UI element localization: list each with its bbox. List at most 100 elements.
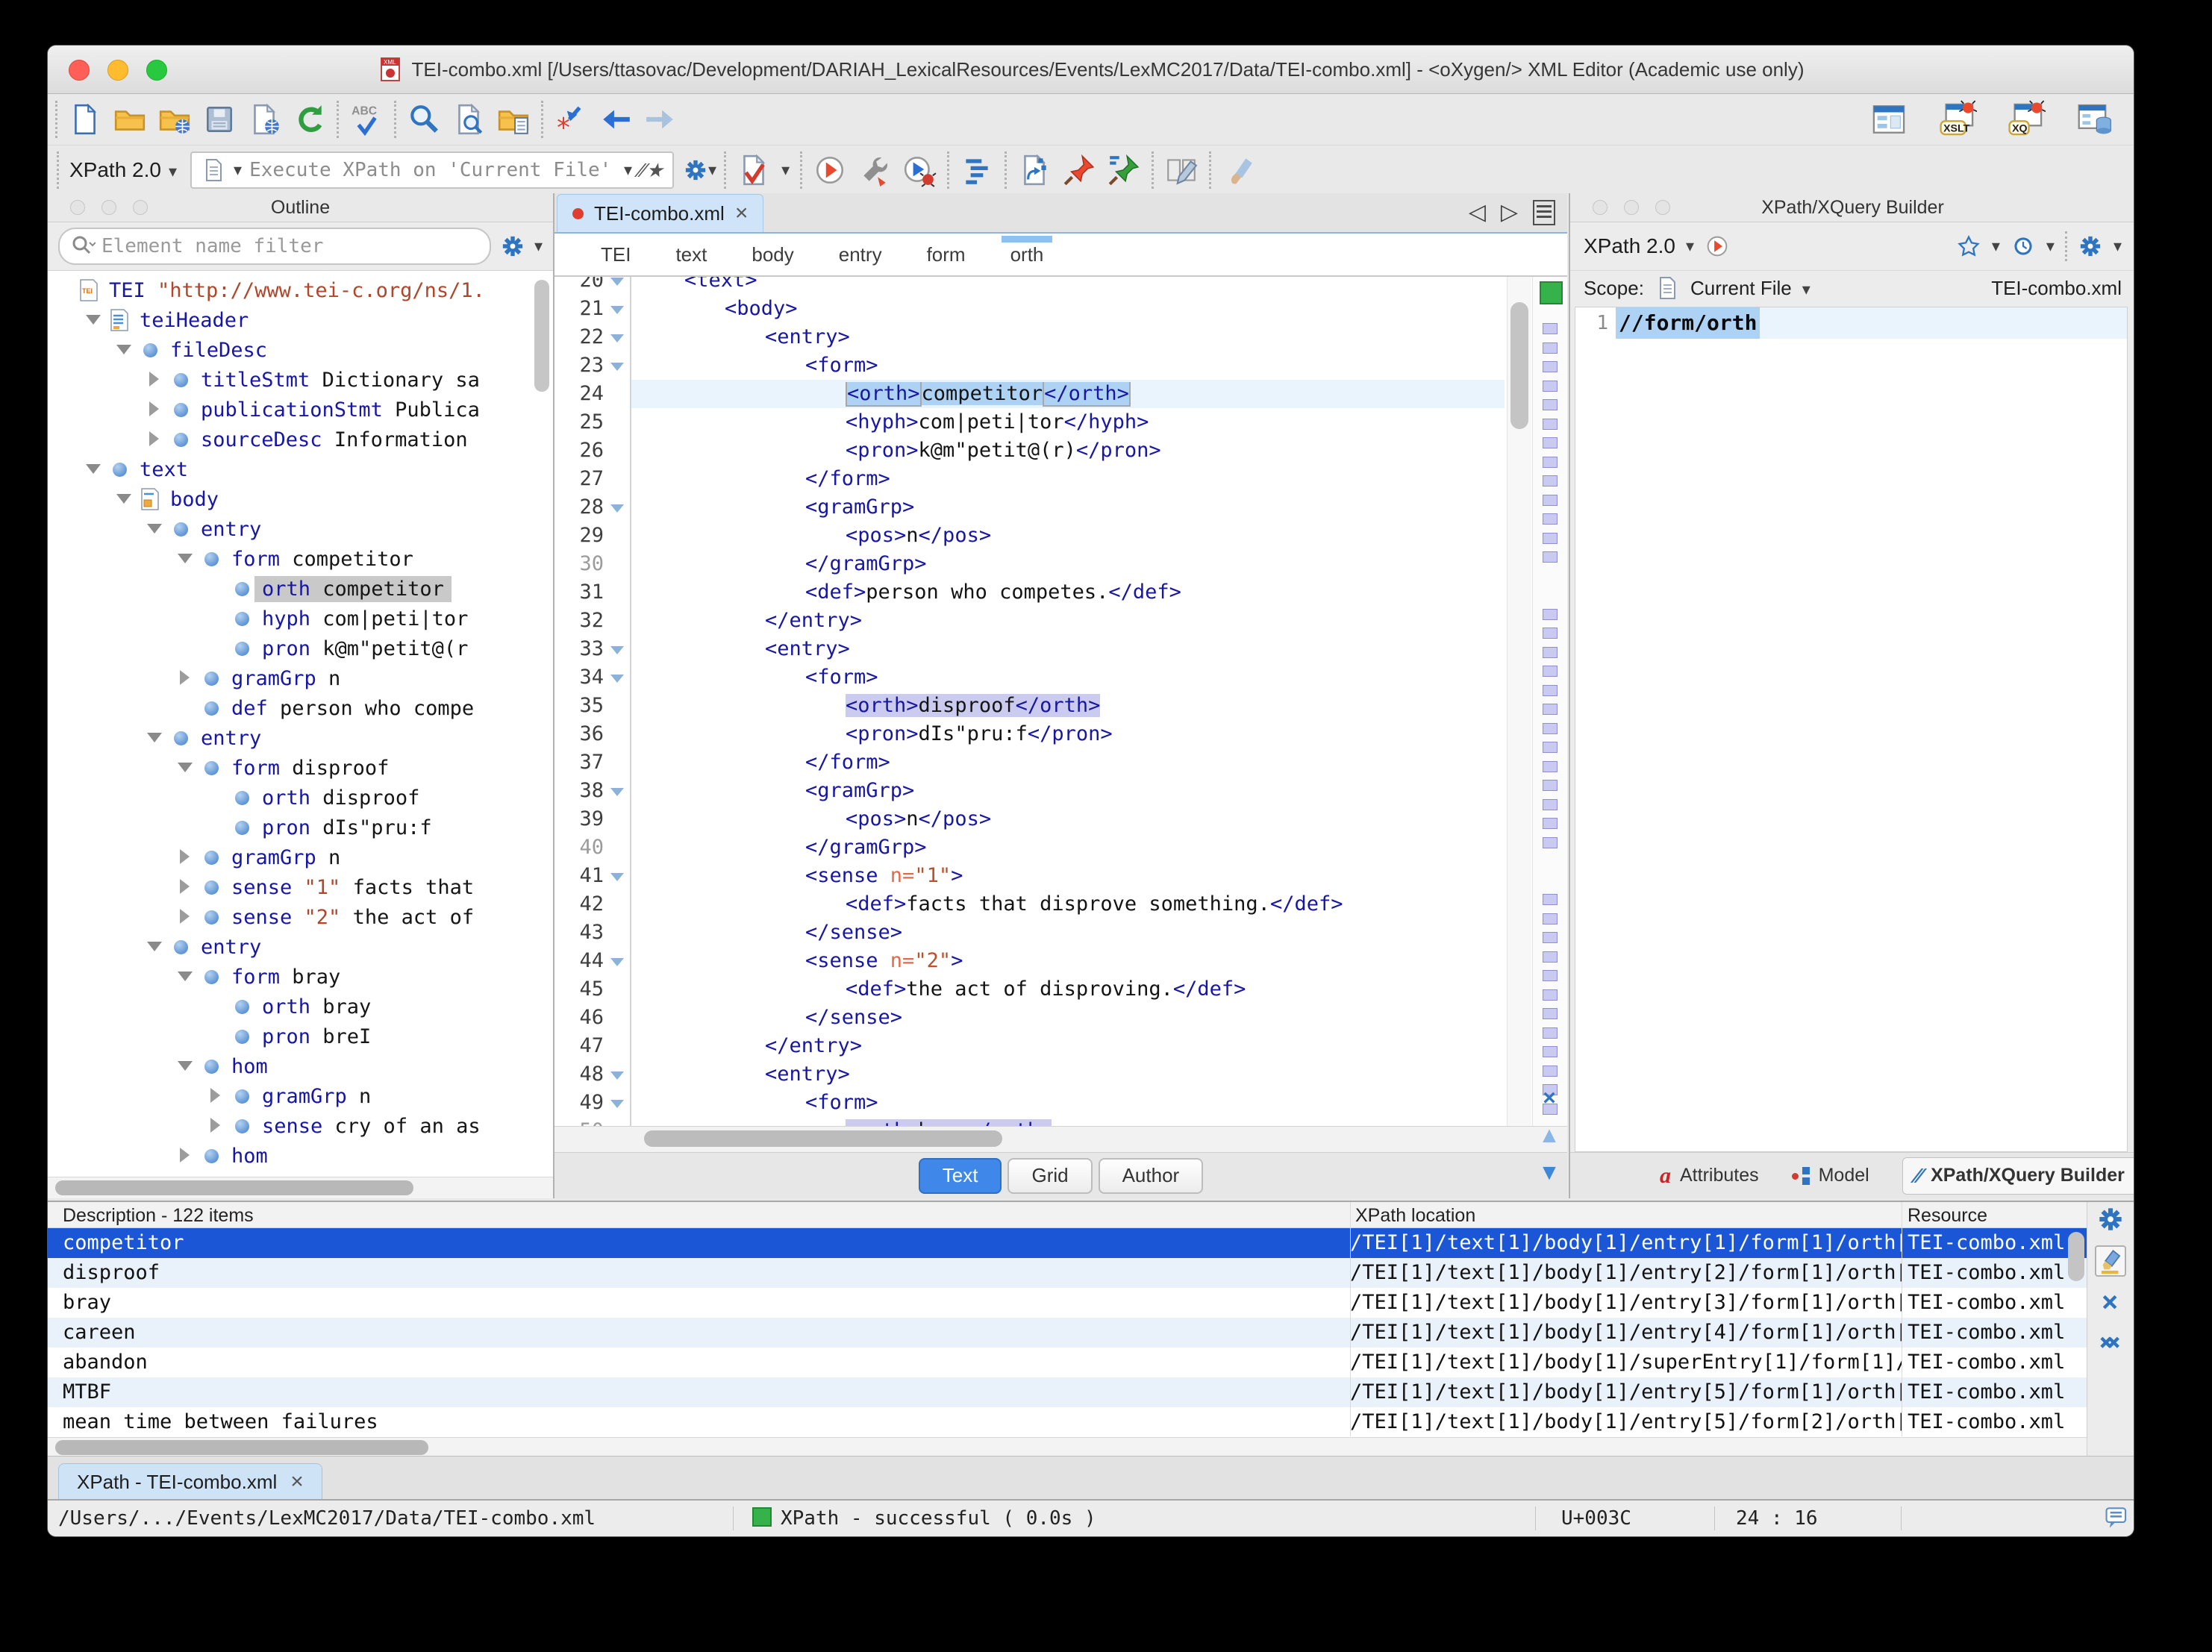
code-line-33[interactable]: 33<entry> <box>554 635 1505 663</box>
chevron-down-icon[interactable] <box>234 160 242 180</box>
code-line-49[interactable]: 49<form> <box>554 1089 1505 1117</box>
close-tab-icon[interactable] <box>735 202 749 225</box>
xslt-debugger-perspective-icon[interactable]: XSLT <box>1938 100 1977 139</box>
move-xml-fragment-icon[interactable] <box>1017 153 1052 187</box>
outline-item-form[interactable]: form bray <box>48 962 553 992</box>
outline-item-entry[interactable]: entry <box>48 723 553 753</box>
debug-transformation-scenario-icon[interactable] <box>902 153 937 187</box>
breadcrumb-item-text[interactable]: text <box>671 234 711 275</box>
clear-results-highlight-icon[interactable] <box>1537 1086 1562 1111</box>
builder-settings-gear-icon[interactable] <box>2078 234 2103 259</box>
outline-item-text[interactable]: text <box>48 454 553 484</box>
xpath-expression-text[interactable]: //form/orth <box>1616 307 1760 339</box>
result-marker[interactable] <box>1543 723 1558 734</box>
previous-editor-icon[interactable] <box>1469 199 1486 225</box>
outline-item-publicationStmt[interactable]: publicationStmt Publica <box>48 395 553 425</box>
result-marker[interactable] <box>1543 323 1558 334</box>
result-marker[interactable] <box>1543 513 1558 525</box>
notifications-icon[interactable] <box>2105 1505 2130 1530</box>
breadcrumb-item-orth[interactable]: orth <box>1006 234 1049 275</box>
code-line-23[interactable]: 23<form> <box>554 351 1505 380</box>
result-marker[interactable] <box>1543 913 1558 924</box>
outline-item-sense[interactable]: sense "1" facts that <box>48 872 553 902</box>
result-marker[interactable] <box>1543 437 1558 448</box>
result-marker[interactable] <box>1543 989 1558 1001</box>
result-marker[interactable] <box>1543 495 1558 506</box>
validate-document-icon[interactable] <box>737 153 771 187</box>
next-result-icon[interactable] <box>1537 1160 1562 1186</box>
result-marker[interactable] <box>1543 704 1558 715</box>
outline-item-entry[interactable]: entry <box>48 932 553 962</box>
outline-item-pron[interactable]: pron breI <box>48 1021 553 1051</box>
fold-toggle-icon[interactable] <box>604 323 630 351</box>
code-line-37[interactable]: 37</form> <box>554 748 1505 777</box>
highlight-results-icon[interactable] <box>2095 1245 2126 1277</box>
builder-tab-model[interactable]: Model <box>1792 1165 1869 1186</box>
back-icon[interactable] <box>599 102 633 137</box>
outline-item-orth[interactable]: orth disproof <box>48 783 553 813</box>
fold-toggle-icon[interactable] <box>604 777 630 805</box>
minimize-window-button[interactable] <box>107 60 128 81</box>
result-marker[interactable] <box>1543 780 1558 791</box>
result-marker[interactable] <box>1543 970 1558 981</box>
outline-item-sense[interactable]: sense "2" the act of <box>48 902 553 932</box>
save-as-url-icon[interactable] <box>247 102 281 137</box>
chevron-down-icon[interactable] <box>2113 237 2122 256</box>
xpath-settings-gear-icon[interactable] <box>683 157 708 183</box>
code-line-40[interactable]: 40</gramGrp> <box>554 833 1505 862</box>
result-marker[interactable] <box>1543 609 1558 620</box>
search-icon[interactable] <box>407 102 441 137</box>
code-line-22[interactable]: 22<entry> <box>554 323 1505 351</box>
result-marker[interactable] <box>1543 457 1558 468</box>
builder-xpath-version[interactable]: XPath 2.0 <box>1584 234 1675 258</box>
outline-item-teiHeader[interactable]: teiHeader <box>48 305 553 335</box>
breadcrumb-item-body[interactable]: body <box>747 234 798 275</box>
result-marker[interactable] <box>1543 342 1558 354</box>
result-row-MTBF[interactable]: MTBF/TEI[1]/text[1]/body[1]/entry[5]/for… <box>48 1377 2087 1407</box>
code-line-39[interactable]: 39<pos>n</pos> <box>554 805 1505 833</box>
outline-item-body[interactable]: body <box>48 484 553 514</box>
fold-toggle-icon[interactable] <box>604 351 630 380</box>
format-painter-icon[interactable] <box>1222 153 1256 187</box>
mode-button-grid[interactable]: Grid <box>1007 1158 1092 1194</box>
code-viewport[interactable]: 20<text>21<body>22<entry>23<form>24<orth… <box>554 277 1567 1126</box>
history-clock-icon[interactable] <box>2011 234 2036 259</box>
code-line-24[interactable]: 24<orth>competitor</orth> <box>554 380 1505 408</box>
database-perspective-icon[interactable] <box>2075 100 2114 139</box>
outline-item-hom[interactable]: hom <box>48 1051 553 1081</box>
chevron-down-icon[interactable] <box>708 160 716 180</box>
chevron-down-icon[interactable] <box>1686 237 1694 256</box>
search-in-files-icon[interactable] <box>452 102 486 137</box>
code-line-35[interactable]: 35<orth>disproof</orth> <box>554 692 1505 720</box>
code-line-34[interactable]: 34<form> <box>554 663 1505 692</box>
result-marker[interactable] <box>1543 1046 1558 1057</box>
result-marker[interactable] <box>1543 666 1558 677</box>
fold-toggle-icon[interactable] <box>604 1060 630 1089</box>
fold-toggle-icon[interactable] <box>604 635 630 663</box>
result-marker[interactable] <box>1543 761 1558 772</box>
chevron-down-icon[interactable] <box>781 160 790 180</box>
pin-green-icon[interactable] <box>1107 153 1141 187</box>
xquery-debugger-perspective-icon[interactable]: XQ <box>2007 100 2046 139</box>
outline-item-entry[interactable]: entry <box>48 514 553 544</box>
code-line-25[interactable]: 25<hyph>com|peti|tor</hyph> <box>554 408 1505 437</box>
new-document-icon[interactable] <box>68 102 102 137</box>
review-mode-icon[interactable] <box>1164 153 1199 187</box>
editor-tab-tei-combo[interactable]: TEI-combo.xml <box>557 194 763 232</box>
outline-item-hom[interactable]: hom <box>48 1141 553 1171</box>
chevron-down-icon[interactable] <box>624 160 632 180</box>
previous-result-icon[interactable] <box>1537 1123 1562 1148</box>
scope-value[interactable]: Current File <box>1690 277 1792 300</box>
code-line-43[interactable]: 43</sense> <box>554 919 1505 947</box>
open-url-icon[interactable] <box>157 102 192 137</box>
forward-icon[interactable] <box>643 102 678 137</box>
result-marker[interactable] <box>1543 1027 1558 1039</box>
xpath-version-dropdown[interactable]: XPath 2.0 <box>57 151 183 189</box>
open-folder-icon[interactable] <box>113 102 147 137</box>
next-editor-icon[interactable] <box>1501 199 1518 225</box>
pin-red-icon[interactable] <box>1062 153 1096 187</box>
editor-perspective-icon[interactable] <box>1869 100 1908 139</box>
result-row-careen[interactable]: careen/TEI[1]/text[1]/body[1]/entry[4]/f… <box>48 1318 2087 1348</box>
editor-vertical-scrollbar[interactable] <box>1507 277 1531 1126</box>
chevron-down-icon[interactable] <box>534 237 543 256</box>
